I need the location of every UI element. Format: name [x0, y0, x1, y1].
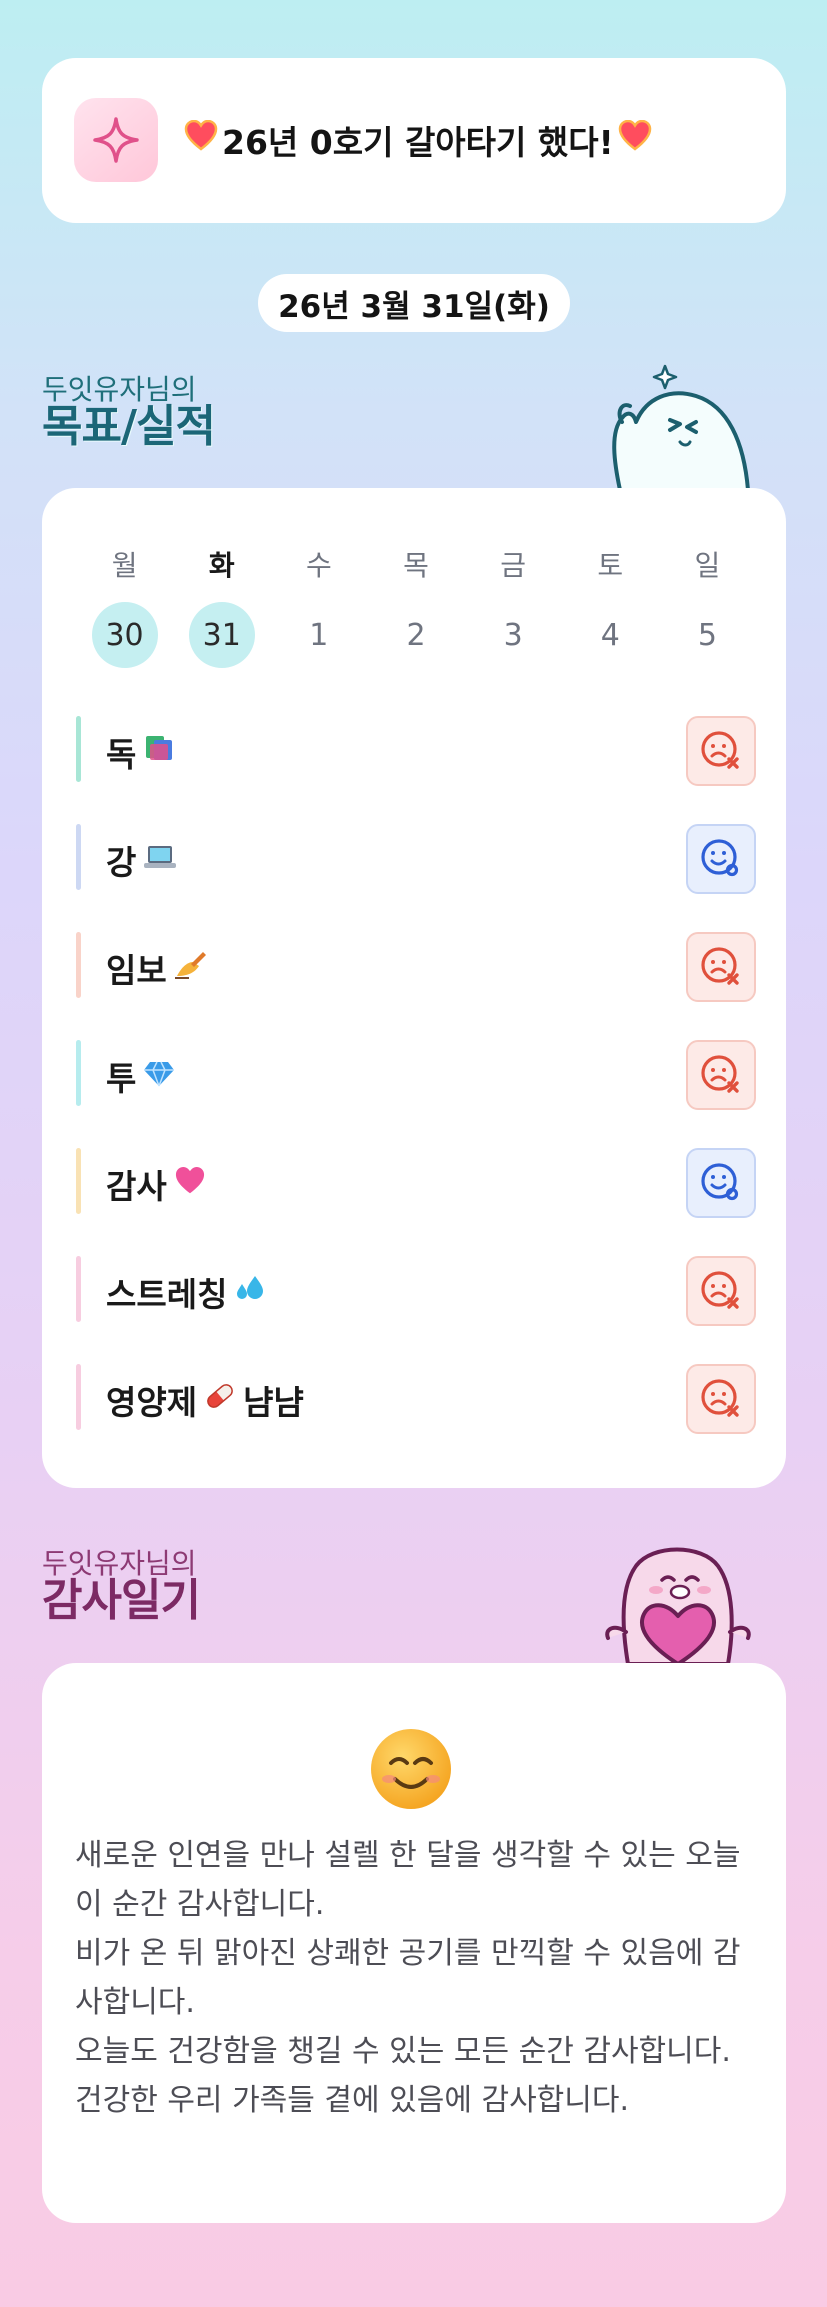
goal-label-row: 임보 [106, 944, 209, 992]
ghost-mascot-icon [600, 362, 760, 492]
day-mon[interactable]: 월 30 [76, 544, 173, 668]
heart-icon [618, 119, 652, 160]
laptop-icon [142, 841, 178, 880]
day-number: 3 [503, 617, 523, 653]
heart-icon [184, 119, 218, 160]
day-number: 4 [600, 617, 620, 653]
day-name: 수 [305, 549, 332, 582]
pink-heart-icon [173, 1165, 207, 1204]
goal-item[interactable]: 영양제 냠냠 [76, 1354, 756, 1462]
books-icon [142, 732, 178, 772]
day-name: 월 [111, 549, 138, 582]
banner-message: 26년 0호기 갈아타기 했다! [184, 116, 652, 164]
sweat-droplets-icon [233, 1272, 267, 1312]
day-number: 2 [406, 617, 426, 653]
status-fail-icon[interactable] [686, 1040, 756, 1110]
goal-color-bar [76, 1364, 81, 1430]
diary-line: 오늘도 건강함을 챙길 수 있는 모든 순간 감사합니다. [75, 2034, 731, 2069]
goal-color-bar [76, 1148, 81, 1214]
diary-line: 건강한 우리 가족들 곁에 있음에 감사합니다. [75, 2083, 630, 2118]
goal-color-bar [76, 716, 81, 782]
day-number: 31 [188, 602, 255, 668]
goal-label: 독 [106, 735, 137, 774]
day-number: 30 [91, 602, 158, 668]
day-tue[interactable]: 화 31 [173, 544, 270, 668]
goal-color-bar [76, 1040, 81, 1106]
goals-section-title: 목표/실적 [42, 401, 216, 452]
goal-label: 투 [106, 1059, 137, 1098]
day-name: 목 [403, 549, 429, 582]
pill-icon [203, 1380, 237, 1420]
status-fail-icon[interactable] [686, 1256, 756, 1326]
day-number: 5 [697, 617, 717, 653]
goal-item[interactable]: 임보 [76, 922, 756, 1030]
gem-icon [142, 1057, 176, 1096]
goal-list: 독 강 임보 투 감사 스트레칭 영양제 냠냠 [76, 706, 756, 1462]
goal-label-row: 투 [106, 1052, 176, 1100]
writing-hand-icon [173, 948, 209, 988]
diary-line: 비가 온 뒤 맑아진 상쾌한 공기를 만끽할 수 있음에 감사합니다. [75, 1936, 741, 2020]
status-ok-icon[interactable] [686, 1148, 756, 1218]
goal-item[interactable]: 강 [76, 814, 756, 922]
status-fail-icon[interactable] [686, 716, 756, 786]
status-fail-icon[interactable] [686, 932, 756, 1002]
banner-text: 26년 0호기 갈아타기 했다! [222, 123, 614, 162]
goal-label-row: 영양제 냠냠 [106, 1376, 304, 1424]
ghost-heart-mascot-icon [598, 1538, 758, 1666]
day-name: 일 [694, 549, 721, 582]
status-fail-icon[interactable] [686, 1364, 756, 1434]
diary-line: 새로운 인연을 만나 설렐 한 달을 생각할 수 있는 오늘 이 순간 감사합니… [75, 1838, 750, 1922]
goal-label-row: 강 [106, 836, 178, 884]
day-name: 금 [500, 549, 527, 582]
goal-label-row: 스트레칭 [106, 1268, 267, 1316]
goal-label: 영양제 [106, 1383, 198, 1422]
goal-label: 임보 [106, 951, 167, 990]
goal-label-row: 독 [106, 728, 178, 776]
diary-section-title: 감사일기 [42, 1575, 201, 1626]
goal-label-row: 감사 [106, 1160, 207, 1208]
day-number: 1 [309, 617, 329, 653]
goal-label: 강 [106, 843, 137, 882]
day-name: 화 [208, 549, 235, 582]
goal-label: 감사 [106, 1167, 167, 1206]
day-wed[interactable]: 수 1 [270, 544, 367, 668]
goal-color-bar [76, 932, 81, 998]
goal-label: 스트레칭 [106, 1275, 228, 1314]
day-sun[interactable]: 일 5 [659, 544, 756, 668]
goal-label-suffix: 냠냠 [243, 1383, 304, 1422]
day-name: 토 [597, 549, 624, 582]
banner-card: 26년 0호기 갈아타기 했다! [42, 58, 786, 223]
day-fri[interactable]: 금 3 [465, 544, 562, 668]
goal-item[interactable]: 독 [76, 706, 756, 814]
day-thu[interactable]: 목 2 [367, 544, 464, 668]
diary-entry: 새로운 인연을 만나 설렐 한 달을 생각할 수 있는 오늘 이 순간 감사합니… [75, 1831, 765, 2125]
goal-item[interactable]: 투 [76, 1030, 756, 1138]
smiling-face-icon [369, 1727, 453, 1811]
goal-item[interactable]: 감사 [76, 1138, 756, 1246]
week-calendar: 월 30 화 31 수 1 목 2 금 3 토 4 일 5 [76, 544, 756, 668]
goal-color-bar [76, 1256, 81, 1322]
sparkle-icon [74, 98, 158, 182]
diary-card: 새로운 인연을 만나 설렐 한 달을 생각할 수 있는 오늘 이 순간 감사합니… [42, 1663, 786, 2223]
day-sat[interactable]: 토 4 [562, 544, 659, 668]
status-ok-icon[interactable] [686, 824, 756, 894]
goal-color-bar [76, 824, 81, 890]
date-pill[interactable]: 26년 3월 31일(화) [258, 274, 570, 332]
goal-item[interactable]: 스트레칭 [76, 1246, 756, 1354]
goals-card: 월 30 화 31 수 1 목 2 금 3 토 4 일 5 독 강 임보 투 감… [42, 488, 786, 1488]
